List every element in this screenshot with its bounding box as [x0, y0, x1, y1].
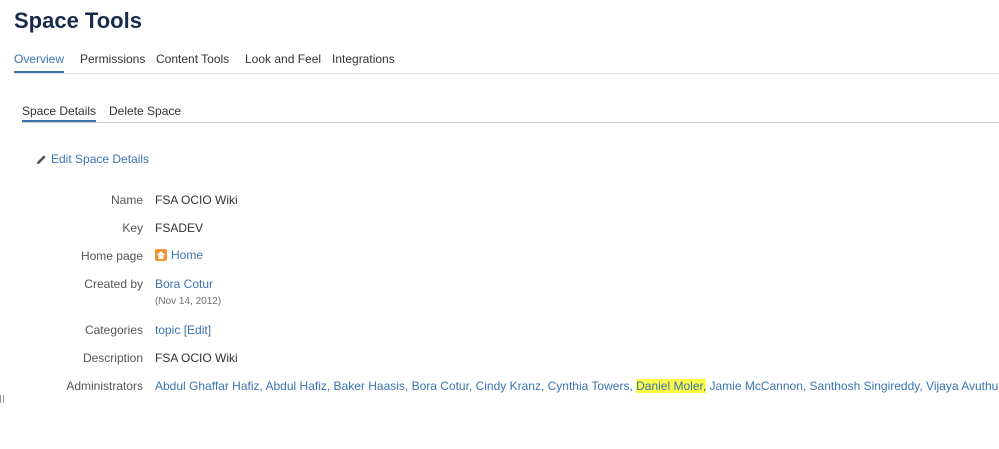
key-label: Key: [122, 221, 143, 235]
home-icon: [155, 249, 167, 261]
tab-space-details[interactable]: Space Details: [22, 104, 97, 122]
administrators-after[interactable]: Jamie McCannon, Santhosh Singireddy, Vij…: [706, 379, 998, 393]
categories-label: Categories: [84, 323, 143, 337]
administrators-list: Abdul Ghaffar Hafiz, Abdul Hafiz, Baker …: [155, 379, 998, 393]
description-label: Description: [82, 351, 143, 365]
name-label: Name: [110, 193, 143, 207]
administrator-highlighted[interactable]: Daniel Moler,: [636, 379, 707, 393]
categories-value: topic [Edit]: [155, 323, 211, 337]
tab-overview[interactable]: Overview: [14, 52, 65, 73]
home-page-value[interactable]: Home: [155, 248, 203, 262]
edit-space-details-label: Edit Space Details: [51, 152, 150, 166]
description-value: FSA OCIO Wiki: [155, 351, 238, 365]
pencil-icon: [36, 154, 46, 164]
home-page-link[interactable]: Home: [171, 248, 203, 262]
scroll-handle[interactable]: [0, 395, 4, 403]
page-title: Space Tools: [14, 8, 142, 33]
key-value: FSADEV: [155, 221, 204, 235]
edit-categories-link[interactable]: [Edit]: [184, 323, 211, 337]
created-by-user-link[interactable]: Bora Cotur: [155, 277, 213, 291]
edit-space-details-link[interactable]: Edit Space Details: [36, 152, 149, 166]
secondary-tab-bar: Space Details Delete Space: [22, 104, 999, 123]
created-date: (Nov 14, 2012): [155, 296, 222, 307]
primary-tab-bar: Overview Permissions Content Tools Look …: [14, 52, 999, 74]
home-page-label: Home page: [80, 249, 143, 263]
tab-integrations[interactable]: Integrations: [332, 52, 395, 73]
administrators-label: Administrators: [66, 379, 143, 393]
tab-delete-space[interactable]: Delete Space: [109, 104, 181, 122]
tab-content-tools[interactable]: Content Tools: [156, 52, 229, 73]
name-value: FSA OCIO Wiki: [155, 193, 238, 207]
created-by-label: Created by: [84, 277, 143, 291]
tab-permissions[interactable]: Permissions: [80, 52, 145, 73]
category-topic-link[interactable]: topic: [155, 323, 180, 337]
administrators-before[interactable]: Abdul Ghaffar Hafiz, Abdul Hafiz, Baker …: [155, 379, 636, 393]
tab-look-and-feel[interactable]: Look and Feel: [245, 52, 321, 73]
